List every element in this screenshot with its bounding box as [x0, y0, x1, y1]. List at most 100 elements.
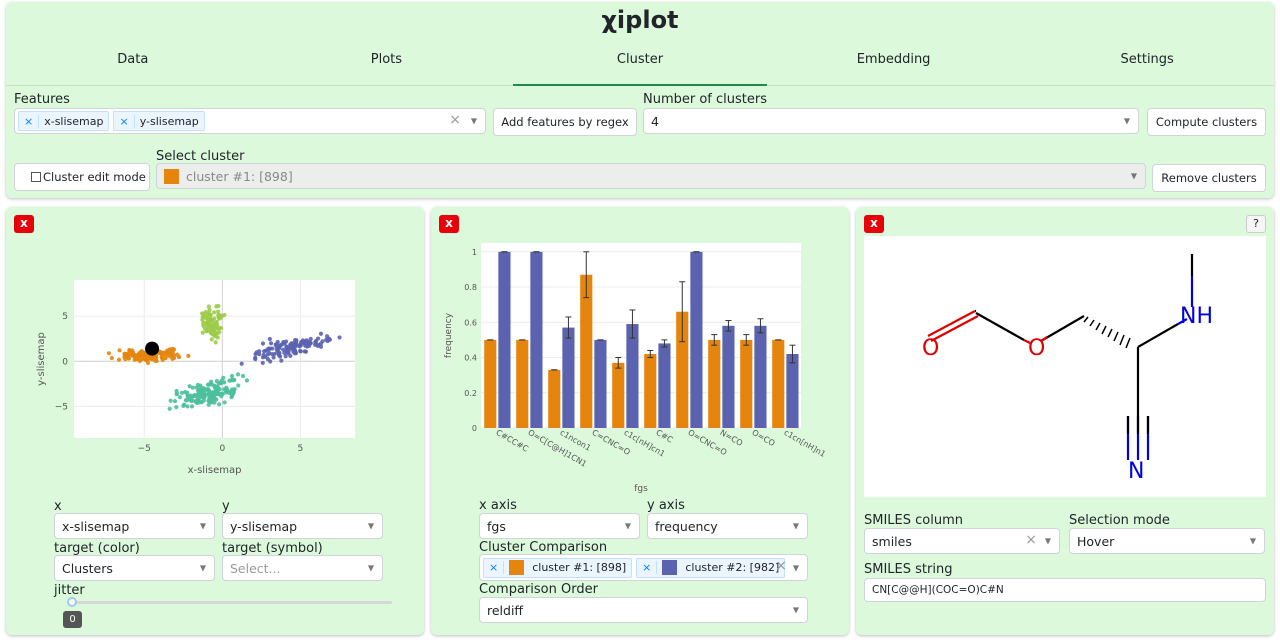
jitter-slider-track[interactable] [68, 601, 392, 604]
comparison-chip: × cluster #1: [898] [483, 557, 633, 578]
tab-cluster[interactable]: Cluster [513, 44, 767, 86]
bar [484, 339, 497, 428]
x-tick-label: 0 [219, 444, 225, 454]
comparison-order-label: Comparison Order [479, 582, 598, 597]
checkbox[interactable] [31, 172, 41, 182]
scatter-panel: x −5 0 5 −5 0 5 x-slisemap y-slisemap x x-slise… [6, 207, 424, 635]
y-axis-title: frequency [444, 312, 454, 358]
chevron-down-icon[interactable]: ▼ [793, 606, 799, 615]
bar [548, 369, 561, 428]
chevron-down-icon[interactable]: ▼ [368, 564, 374, 573]
scatter-point [198, 383, 203, 388]
scatter-point [161, 352, 166, 357]
scatter-point [138, 354, 144, 359]
scatter-point [202, 321, 208, 326]
bar [740, 339, 753, 428]
chevron-down-icon[interactable]: ▼ [625, 522, 631, 531]
features-multiselect[interactable]: × x-slisemap × y-slisemap × ▼ [14, 108, 486, 134]
scatter-point [213, 321, 219, 326]
bar [626, 324, 639, 428]
comparison-chip: × cluster #2: [982] [636, 557, 786, 578]
help-button[interactable]: ? [1246, 215, 1266, 233]
x-axis-title: x-slisemap [188, 465, 242, 476]
x-axis-select[interactable]: fgs ▼ [479, 513, 640, 539]
cluster-color-swatch [662, 560, 678, 575]
chevron-down-icon[interactable]: ▼ [793, 522, 799, 531]
scatter-point [215, 335, 220, 340]
chevron-down-icon[interactable]: ▼ [1131, 172, 1137, 181]
chevron-down-icon[interactable]: ▼ [368, 522, 374, 531]
plot-area [481, 243, 801, 428]
scatter-point [210, 332, 215, 337]
symbol-target-select[interactable]: Select... ▼ [222, 555, 383, 581]
selected-point-marker [145, 341, 160, 356]
scatter-point [260, 341, 266, 346]
comparison-order-select[interactable]: reldiff ▼ [479, 597, 808, 623]
scatter-point [283, 339, 289, 344]
selection-mode-select[interactable]: Hover ▼ [1069, 528, 1265, 554]
tab-data[interactable]: Data [6, 44, 260, 85]
chevron-down-icon[interactable]: ▼ [1045, 537, 1051, 546]
compute-clusters-button[interactable]: Compute clusters [1147, 108, 1266, 136]
tab-settings[interactable]: Settings [1020, 44, 1274, 85]
tab-embedding[interactable]: Embedding [767, 44, 1021, 85]
scatter-point [315, 336, 321, 341]
bar-chart[interactable]: 00.20.40.60.81C#CC#CO=C[C@H]1CN1c1ncon1C… [431, 207, 849, 499]
y-tick-label: 0.2 [464, 389, 477, 398]
remove-chip-icon[interactable]: × [114, 114, 135, 128]
num-clusters-select[interactable]: 4 ▼ [643, 108, 1139, 134]
clear-icon[interactable]: × [775, 558, 787, 574]
jitter-value-badge: 0 [63, 611, 82, 628]
scatter-point [174, 392, 179, 397]
smiles-column-label: SMILES column [864, 513, 963, 528]
scatter-point [200, 330, 205, 335]
chevron-down-icon[interactable]: ▼ [793, 563, 799, 572]
clear-icon[interactable]: × [1025, 532, 1037, 548]
y-tick-label: 0 [472, 424, 477, 433]
x-tick-label: −5 [138, 444, 151, 454]
scatter-point [291, 341, 296, 346]
remove-chip-icon[interactable]: × [484, 561, 505, 574]
remove-chip-icon[interactable]: × [637, 561, 658, 574]
smiles-string-input[interactable]: CN[C@@H](COC=O)C#N [864, 578, 1266, 602]
scatter-point [216, 381, 221, 386]
remove-chip-icon[interactable]: × [19, 114, 40, 128]
chevron-down-icon[interactable]: ▼ [200, 522, 206, 531]
scatter-point [137, 358, 143, 364]
chevron-down-icon[interactable]: ▼ [200, 564, 206, 573]
scatter-point [200, 315, 205, 320]
scatter-point [326, 336, 332, 341]
bar [708, 339, 721, 428]
smiles-column-select[interactable]: smiles × ▼ [864, 528, 1060, 554]
jitter-slider-handle[interactable] [67, 597, 77, 607]
scatter-point [288, 353, 293, 359]
scatter-point [214, 397, 219, 402]
scatter-point [222, 400, 227, 405]
bar [690, 251, 703, 428]
close-panel-button[interactable]: x [864, 215, 884, 233]
chevron-down-icon[interactable]: ▼ [471, 117, 477, 126]
scatter-point [212, 310, 217, 315]
scatter-point [209, 337, 214, 342]
y-axis-select[interactable]: frequency ▼ [647, 513, 808, 539]
x-select[interactable]: x-slisemap ▼ [54, 513, 215, 539]
bar [754, 325, 767, 428]
scatter-point [277, 344, 282, 349]
y-axis-select-label: y axis [647, 498, 685, 513]
y-select[interactable]: y-slisemap ▼ [222, 513, 383, 539]
cluster-edit-mode-toggle[interactable]: Cluster edit mode [14, 163, 150, 191]
chevron-down-icon[interactable]: ▼ [1124, 117, 1130, 126]
cluster-comparison-multiselect[interactable]: × cluster #1: [898] × cluster #2: [982] × … [479, 554, 808, 581]
clear-icon[interactable]: × [449, 112, 461, 128]
remove-clusters-button[interactable]: Remove clusters [1152, 164, 1266, 192]
tab-plots[interactable]: Plots [260, 44, 514, 85]
scatter-point [282, 350, 287, 355]
select-cluster-dropdown[interactable]: cluster #1: [898] ▼ [156, 163, 1146, 189]
color-target-select[interactable]: Clusters ▼ [54, 555, 215, 581]
scatter-plot[interactable]: −5 0 5 −5 0 5 x-slisemap y-slisemap [6, 207, 424, 487]
scatter-point [265, 347, 271, 352]
scatter-point [204, 328, 209, 333]
scatter-point [174, 404, 179, 410]
chevron-down-icon[interactable]: ▼ [1250, 537, 1256, 546]
add-features-regex-button[interactable]: Add features by regex [493, 108, 637, 136]
